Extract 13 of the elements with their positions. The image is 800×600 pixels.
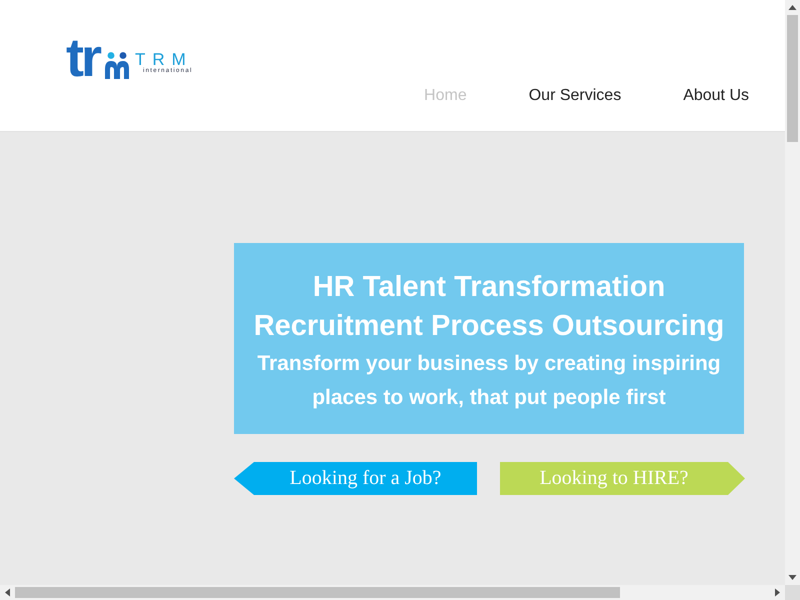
nav-link[interactable]: Our Services — [528, 87, 622, 105]
hero-subheadline: Transform your business by creating inspiring places to work, that put people first — [256, 351, 722, 411]
scroll-thumb[interactable] — [787, 15, 798, 142]
people-icon — [105, 52, 129, 79]
scroll-thumb[interactable] — [15, 587, 620, 598]
logo-name: TRM — [135, 51, 193, 68]
hero-headline: HR Talent Transformation — [312, 270, 666, 305]
cta-button[interactable]: Looking for a Job? — [234, 462, 477, 495]
logo-mark: tr — [66, 37, 100, 79]
hero-headline: Recruitment Process Outsourcing — [254, 309, 724, 344]
nav-link[interactable]: Home — [424, 87, 467, 105]
cta-button[interactable]: Looking to HIRE? — [500, 462, 745, 495]
nav-link[interactable]: About Us — [683, 87, 749, 105]
